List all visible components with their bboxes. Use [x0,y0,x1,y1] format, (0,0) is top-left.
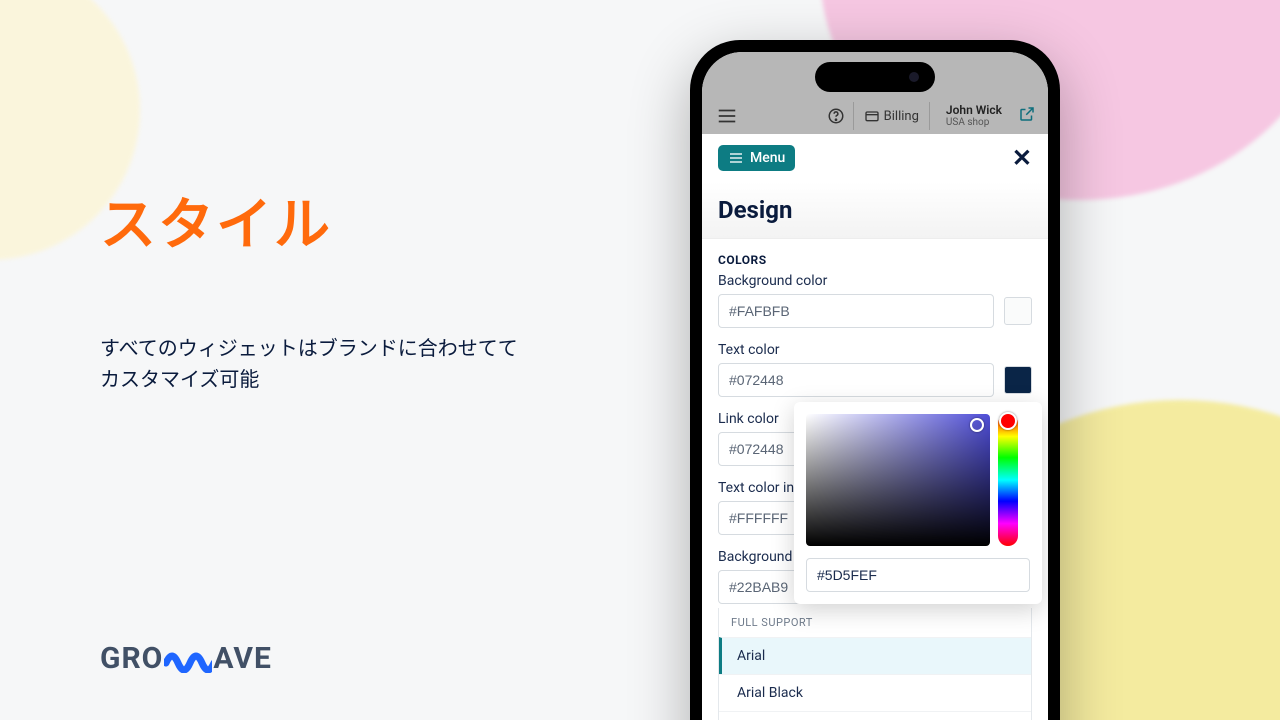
text-color-input[interactable] [718,363,994,397]
background-color-swatch[interactable] [1004,297,1032,325]
external-link-icon[interactable] [1018,105,1036,127]
close-icon[interactable]: ✕ [1012,144,1032,172]
field-label: Text color [718,342,1032,358]
design-heading: Design [702,182,1048,239]
field-label: Background color [718,273,1032,289]
help-icon[interactable] [827,107,845,125]
left-column: スタイル すべてのウィジェットはブランドに合わせててカスタマイズ可能 [100,180,520,395]
menu-button-label: Menu [750,150,785,166]
billing-label: Billing [884,109,919,124]
logo-suffix: AVE [213,641,271,676]
field-background-color: Background color [718,273,1032,328]
font-option[interactable]: Arial Black [719,674,1031,711]
font-list: FULL SUPPORT Arial Arial Black Georgia [718,608,1032,720]
page-title: スタイル [100,180,520,261]
menu-button[interactable]: Menu [718,145,795,171]
colors-section-label: COLORS [718,253,1032,267]
font-option[interactable]: Georgia [719,711,1031,720]
phone-notch [815,62,935,92]
color-picker-popover [794,402,1042,604]
field-text-color: Text color [718,342,1032,397]
text-color-swatch[interactable] [1004,366,1032,394]
hue-slider[interactable] [998,414,1018,546]
growave-logo: GRO AVE [100,641,272,676]
font-option[interactable]: Arial [719,637,1031,674]
phone-screen: Billing John Wick USA shop Menu ✕ Design… [702,52,1048,720]
wave-icon [164,641,212,676]
saturation-value-panel[interactable] [806,414,990,546]
user-block[interactable]: John Wick USA shop [938,104,1010,128]
user-shop: USA shop [946,117,1002,128]
menu-row: Menu ✕ [702,134,1048,182]
color-picker-hex-input[interactable] [806,558,1030,592]
billing-link[interactable]: Billing [853,102,930,130]
logo-prefix: GRO [100,641,163,676]
background-color-input[interactable] [718,294,994,328]
font-list-header: FULL SUPPORT [719,608,1031,637]
user-name: John Wick [946,104,1002,117]
sv-knob[interactable] [970,418,984,432]
phone-frame: Billing John Wick USA shop Menu ✕ Design… [690,40,1060,720]
hue-knob[interactable] [999,412,1017,430]
page-subtitle: すべてのウィジェットはブランドに合わせててカスタマイズ可能 [100,333,520,395]
hamburger-icon[interactable] [716,105,738,127]
